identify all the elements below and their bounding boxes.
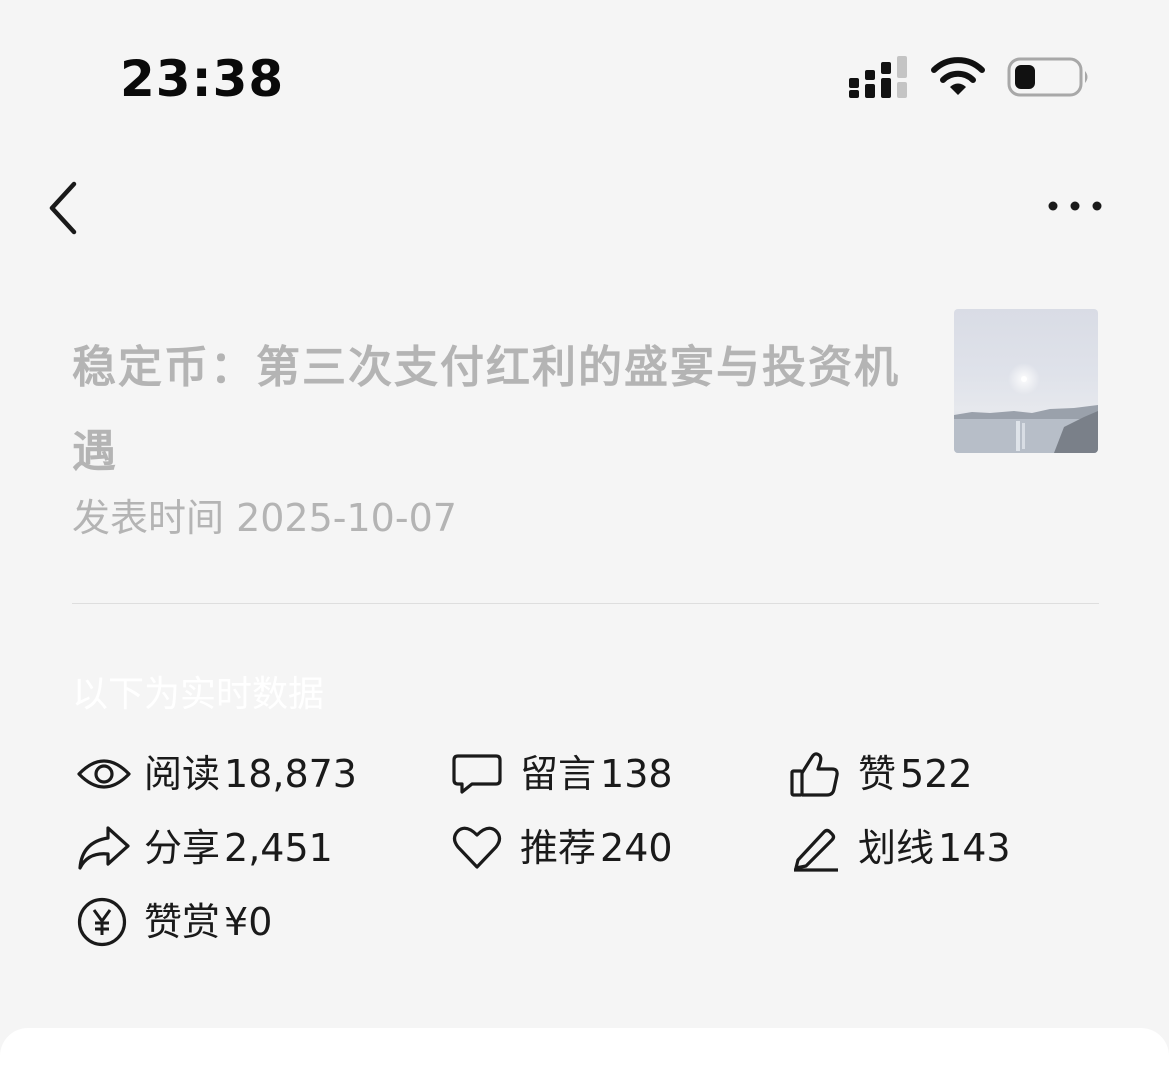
stat-read-label: 阅读: [144, 752, 221, 796]
stat-share[interactable]: 分享 2,451: [76, 822, 333, 874]
article-title[interactable]: 稳定币：第三次支付红利的盛宴与投资机遇: [72, 326, 902, 494]
more-options-button[interactable]: [1045, 190, 1105, 222]
share-icon: [76, 822, 132, 874]
stat-share-value: 2,451: [224, 826, 333, 870]
bottom-card: [0, 1028, 1169, 1088]
publish-time: 发表时间 2025-10-07: [72, 496, 457, 540]
thumbnail-image: [954, 363, 1098, 453]
stat-reward[interactable]: 赞赏 ¥0: [76, 896, 272, 948]
battery-icon: [1007, 57, 1088, 97]
stat-comment-label: 留言: [520, 752, 597, 796]
stat-reward-value: ¥0: [224, 900, 273, 944]
wifi-icon: [931, 57, 985, 95]
stat-recommend-label: 推荐: [520, 826, 597, 870]
stat-like[interactable]: 赞 522: [790, 748, 973, 800]
stat-underline-value: 143: [938, 826, 1011, 870]
pen-icon: [790, 822, 846, 874]
stat-read-value: 18,873: [224, 752, 357, 796]
eye-icon: [76, 748, 132, 800]
more-dots-icon: [1048, 201, 1102, 211]
stat-comment-value: 138: [600, 752, 673, 796]
stat-read[interactable]: 阅读 18,873: [76, 748, 357, 800]
status-icons: [849, 56, 1091, 98]
status-time: 23:38: [120, 50, 285, 108]
divider: [72, 603, 1099, 604]
stat-like-label: 赞: [858, 752, 897, 796]
article-thumbnail[interactable]: [954, 309, 1098, 453]
stat-like-value: 522: [900, 752, 973, 796]
stat-underline[interactable]: 划线 143: [790, 822, 1011, 874]
comment-icon: [452, 748, 508, 800]
thumbs-up-icon: [790, 748, 846, 800]
stat-reward-label: 赞赏: [144, 900, 221, 944]
stat-underline-label: 划线: [858, 826, 935, 870]
stat-recommend-value: 240: [600, 826, 673, 870]
stat-comment[interactable]: 留言 138: [452, 748, 673, 800]
stat-recommend[interactable]: 推荐 240: [452, 822, 673, 874]
stat-share-label: 分享: [144, 826, 221, 870]
realtime-data-note: 以下为实时数据: [72, 674, 325, 715]
cellular-signal-icon: [849, 56, 907, 98]
heart-icon: [452, 822, 508, 874]
back-button[interactable]: [44, 180, 94, 236]
yuan-icon: [76, 896, 132, 948]
chevron-left-icon: [49, 181, 77, 235]
